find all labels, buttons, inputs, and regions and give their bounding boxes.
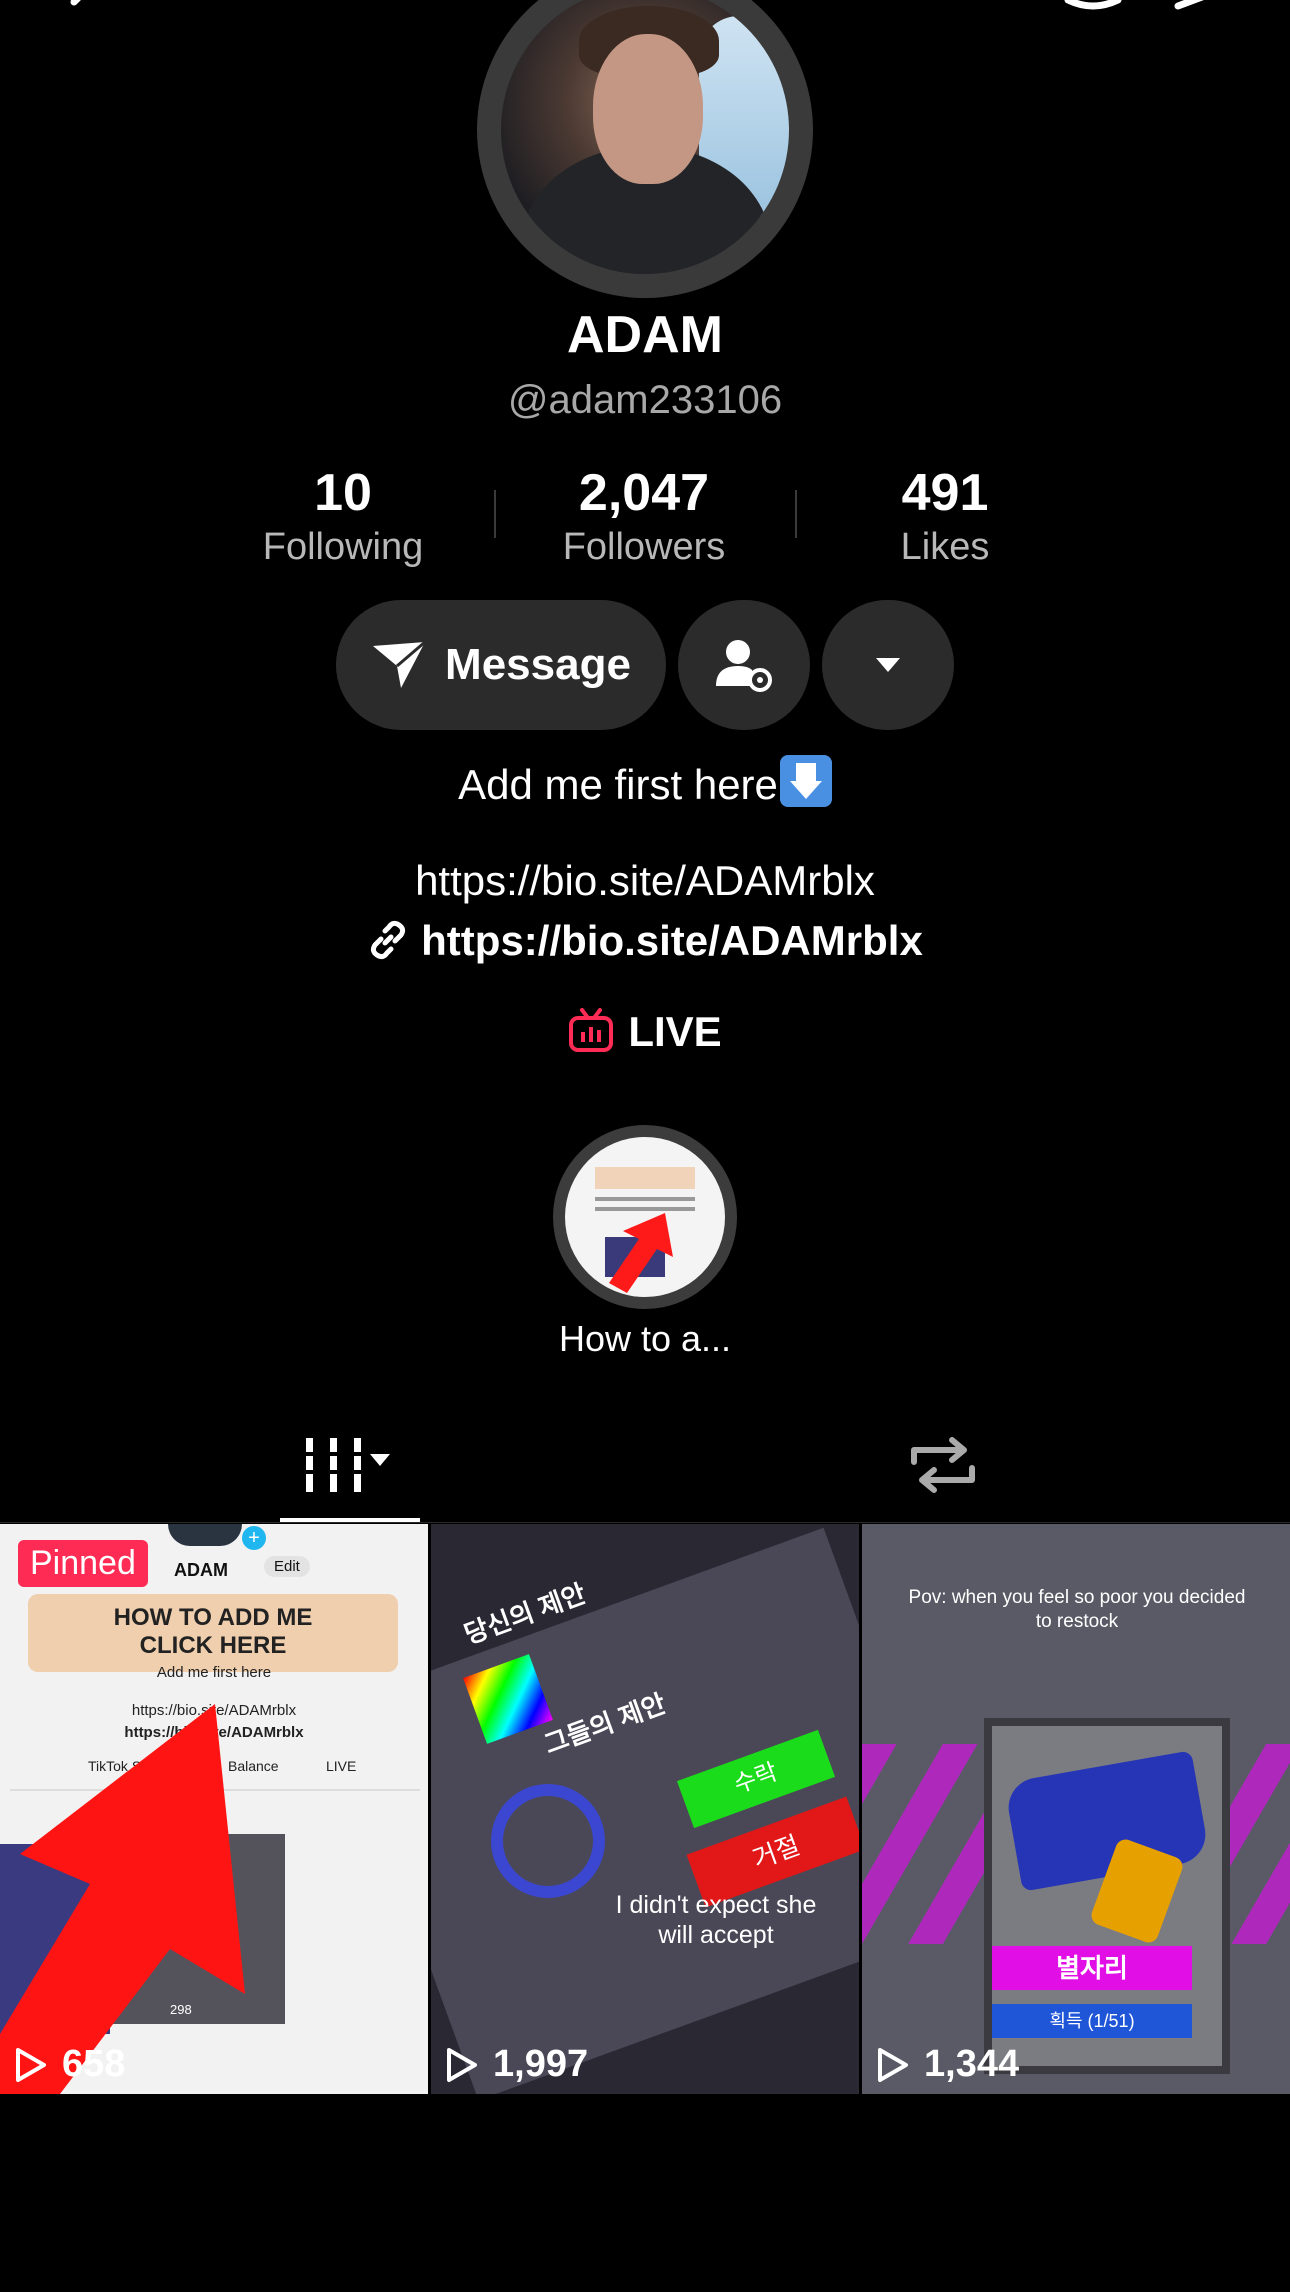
story-highlight-label: How to a... xyxy=(558,1318,732,1359)
message-label: Message xyxy=(445,640,631,689)
story-highlight-thumbnail xyxy=(565,1137,725,1297)
tab-videos[interactable] xyxy=(300,1432,420,1498)
red-arrow-icon xyxy=(609,1213,673,1293)
view-count: 658 xyxy=(14,2043,125,2086)
video-caption: Pov: when you feel so poor you decided t… xyxy=(908,1587,1246,1632)
stat-label: Likes xyxy=(900,526,990,568)
view-count-text: 1,997 xyxy=(493,2043,589,2085)
bio-link[interactable]: https://bio.site/ADAMrblx xyxy=(0,917,1290,965)
story-highlight[interactable] xyxy=(553,1125,737,1309)
bio-text: Add me first here xyxy=(458,761,778,808)
bell-icon[interactable] xyxy=(1058,0,1128,40)
video-tile[interactable]: 당신의 제안 그들의 제안 수락 거절 I didn't expect she … xyxy=(431,1524,859,2094)
preview-name: ADAM xyxy=(174,1560,228,1580)
play-icon xyxy=(878,2047,908,2082)
preview-edit: Edit xyxy=(264,1556,310,1577)
item-name: 별자리 xyxy=(992,1946,1192,1990)
play-icon xyxy=(447,2047,477,2082)
preview-bio: Add me first here xyxy=(156,1664,272,1681)
stat-label: Following xyxy=(262,526,424,568)
live-link[interactable]: LIVE xyxy=(0,1008,1290,1056)
item-sub: 획득 (1/51) xyxy=(992,2004,1192,2038)
caret-down-icon xyxy=(876,658,900,672)
stat-likes[interactable]: 491 Likes xyxy=(795,462,1095,570)
stat-following[interactable]: 10 Following xyxy=(193,462,493,570)
preview-title-2: CLICK HERE xyxy=(139,1632,287,1659)
message-button[interactable]: Message xyxy=(336,600,666,730)
stat-value: 2,047 xyxy=(578,464,710,522)
plus-icon: + xyxy=(242,1526,266,1550)
share-icon[interactable] xyxy=(1170,0,1250,40)
stat-value: 491 xyxy=(901,464,989,522)
live-tv-icon xyxy=(569,1008,614,1052)
profile-name: ADAM xyxy=(567,306,723,364)
bio-link-text: https://bio.site/ADAMrblx xyxy=(421,917,923,964)
play-icon xyxy=(16,2047,46,2082)
avatar[interactable] xyxy=(477,0,813,298)
stat-value: 10 xyxy=(314,464,372,522)
tab-reposts[interactable] xyxy=(908,1432,978,1498)
user-settings-icon xyxy=(716,640,772,692)
profile-handle: @adam233106 xyxy=(507,378,783,422)
avatar-photo xyxy=(501,0,789,274)
video-tile[interactable]: Pov: when you feel so poor you decided t… xyxy=(862,1524,1290,2094)
red-arrow-icon xyxy=(0,1704,245,2094)
send-icon xyxy=(373,640,427,688)
more-dropdown-button[interactable] xyxy=(822,600,954,730)
pinned-badge: Pinned xyxy=(18,1540,148,1587)
bio: Add me first here xyxy=(0,755,1290,809)
profile-settings-button[interactable] xyxy=(678,600,810,730)
video-caption: I didn't expect she will accept xyxy=(615,1891,817,1949)
link-icon xyxy=(371,920,406,960)
view-count: 1,997 xyxy=(445,2043,588,2086)
back-icon[interactable] xyxy=(52,0,112,40)
view-count-text: 658 xyxy=(62,2043,126,2085)
stat-followers[interactable]: 2,047 Followers xyxy=(494,462,794,570)
bio-url-text: https://bio.site/ADAMrblx xyxy=(415,857,875,904)
video-tile[interactable]: + ADAM Edit HOW TO ADD ME CLICK HERE Add… xyxy=(0,1524,428,2094)
stat-label: Followers xyxy=(562,526,726,568)
preview-live: LIVE xyxy=(326,1758,357,1774)
view-count-text: 1,344 xyxy=(924,2043,1020,2085)
view-count: 1,344 xyxy=(876,2043,1019,2086)
tab-divider xyxy=(0,1522,1290,1523)
preview-title-1: HOW TO ADD ME xyxy=(113,1604,313,1631)
live-label: LIVE xyxy=(628,1008,722,1055)
arrow-down-emoji-icon xyxy=(779,755,832,807)
